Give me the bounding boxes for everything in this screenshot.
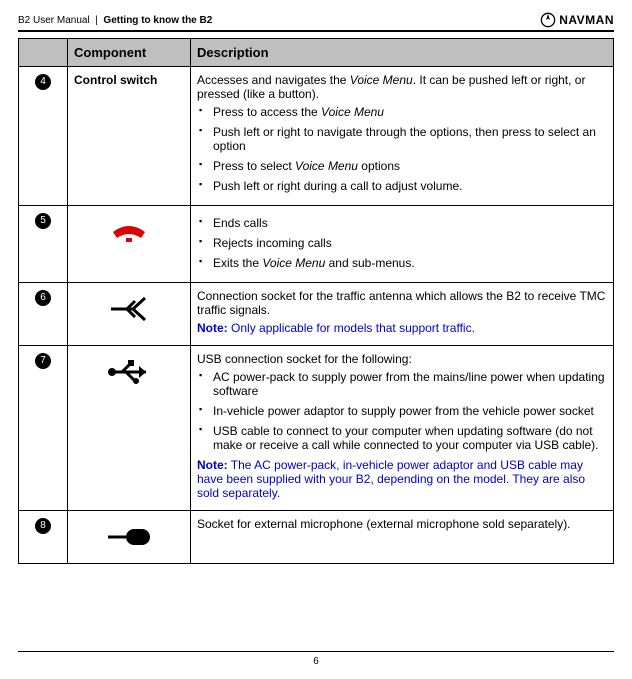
description-cell: Ends calls Rejects incoming calls Exits …: [191, 206, 614, 283]
list-item: Exits the Voice Menu and sub-menus.: [197, 256, 607, 276]
list-item: Push left or right during a call to adju…: [197, 179, 607, 199]
antenna-icon: [74, 289, 184, 329]
desc-note: Note: Only applicable for models that su…: [197, 321, 607, 335]
row-number: 4: [35, 74, 51, 90]
usb-icon: [74, 352, 184, 392]
brand-logo: NAVMAN: [540, 12, 614, 28]
list-item: Ends calls: [197, 216, 607, 236]
table-row: 7 USB connection socket for the followin…: [19, 346, 614, 511]
page-footer: 6: [18, 651, 614, 667]
row-number: 8: [35, 518, 51, 534]
description-cell: Socket for external microphone (external…: [191, 511, 614, 564]
list-item: Press to access the Voice Menu: [197, 105, 607, 125]
desc-intro: Connection socket for the traffic antenn…: [197, 289, 607, 317]
table-row: 8 Socket for external microphone (extern…: [19, 511, 614, 564]
desc-intro: Accesses and navigates the Voice Menu. I…: [197, 73, 607, 101]
table-row: 6 Connection socket for the traffic ante…: [19, 283, 614, 346]
section-title: Getting to know the B2: [103, 15, 212, 26]
row-number: 7: [35, 353, 51, 369]
row-number: 5: [35, 213, 51, 229]
list-item: Push left or right to navigate through t…: [197, 125, 607, 159]
col-blank: [19, 39, 68, 67]
list-item: Rejects incoming calls: [197, 236, 607, 256]
page-number: 6: [313, 656, 319, 667]
list-item: Press to select Voice Menu options: [197, 159, 607, 179]
table-row: 5 Ends calls Rejects incoming calls Exit…: [19, 206, 614, 283]
table-row: 4 Control switch Accesses and navigates …: [19, 67, 614, 206]
header-left: B2 User Manual | Getting to know the B2: [18, 15, 212, 26]
brand-text: NAVMAN: [559, 13, 614, 27]
description-cell: USB connection socket for the following:…: [191, 346, 614, 511]
mic-icon: [74, 517, 184, 557]
description-cell: Accesses and navigates the Voice Menu. I…: [191, 67, 614, 206]
component-name: Control switch: [68, 67, 191, 206]
desc-intro: Socket for external microphone (external…: [197, 517, 607, 531]
navman-icon: [540, 12, 556, 28]
col-description: Description: [191, 39, 614, 67]
desc-intro: USB connection socket for the following:: [197, 352, 607, 366]
desc-note: Note: The AC power-pack, in-vehicle powe…: [197, 458, 607, 500]
doc-title: B2 User Manual: [18, 15, 90, 26]
list-item: In-vehicle power adaptor to supply power…: [197, 404, 607, 424]
list-item: USB cable to connect to your computer wh…: [197, 424, 607, 458]
row-number: 6: [35, 290, 51, 306]
list-item: AC power-pack to supply power from the m…: [197, 370, 607, 404]
component-table: Component Description 4 Control switch A…: [18, 38, 614, 564]
col-component: Component: [68, 39, 191, 67]
page-header: B2 User Manual | Getting to know the B2 …: [18, 10, 614, 32]
description-cell: Connection socket for the traffic antenn…: [191, 283, 614, 346]
hangup-icon: [74, 212, 184, 252]
